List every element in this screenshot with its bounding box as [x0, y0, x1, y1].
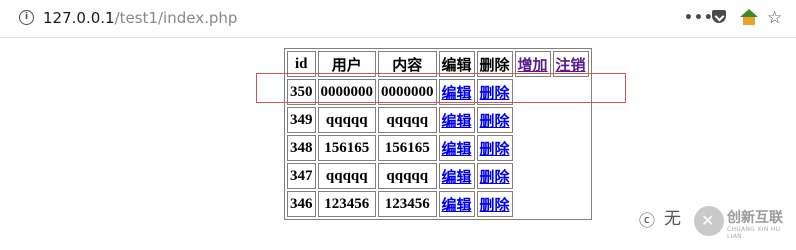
- delete-link[interactable]: 删除: [480, 170, 510, 186]
- url-path: /test1/index.php: [114, 9, 238, 27]
- watermark-mark: ⓒ: [639, 211, 656, 230]
- delete-link[interactable]: 删除: [480, 198, 510, 214]
- cell-empty: [553, 79, 589, 105]
- table-row: 346 123456 123456 编辑 删除: [287, 191, 589, 217]
- delete-link[interactable]: 删除: [480, 86, 510, 102]
- cell-id: 350: [287, 79, 316, 105]
- cell-edit: 编辑: [438, 163, 475, 189]
- edit-link[interactable]: 编辑: [442, 142, 472, 158]
- add-link[interactable]: 增加: [518, 58, 548, 74]
- table-row: 349 qqqqq qqqqq 编辑 删除: [287, 107, 589, 133]
- cell-empty: [553, 191, 589, 217]
- cell-user: qqqqq: [317, 163, 376, 189]
- logout-link[interactable]: 注销: [556, 58, 586, 74]
- info-icon[interactable]: i: [19, 10, 34, 25]
- cell-content: 0000000: [378, 79, 437, 105]
- edit-link[interactable]: 编辑: [442, 170, 472, 186]
- cell-id: 346: [287, 191, 316, 217]
- url-host: 127.0.0.1: [43, 9, 115, 27]
- cell-empty: [553, 163, 589, 189]
- bookmark-star-icon[interactable]: ☆: [767, 8, 782, 28]
- more-icon[interactable]: •••: [684, 8, 714, 28]
- pocket-icon[interactable]: [712, 10, 726, 23]
- watermark-text: 无: [664, 209, 681, 229]
- cell-delete: 删除: [476, 79, 513, 105]
- cell-delete: 删除: [476, 107, 513, 133]
- cell-empty: [515, 163, 551, 189]
- brand-subtitle: CHUANG XIN HU LIAN: [727, 226, 781, 240]
- table-row: 348 156165 156165 编辑 删除: [287, 135, 589, 161]
- cell-empty: [553, 135, 589, 161]
- cell-content: qqqqq: [378, 163, 437, 189]
- cell-empty: [515, 191, 551, 217]
- table-header-row: id 用户 内容 编辑 删除 增加 注销: [287, 51, 589, 77]
- cell-content: 156165: [378, 135, 437, 161]
- cell-edit: 编辑: [438, 135, 475, 161]
- brand-logo-icon: [694, 206, 724, 236]
- cell-id: 347: [287, 163, 316, 189]
- cell-empty: [553, 107, 589, 133]
- header-user: 用户: [317, 51, 376, 77]
- cell-content: qqqqq: [378, 107, 437, 133]
- edit-link[interactable]: 编辑: [442, 198, 472, 214]
- edit-link[interactable]: 编辑: [442, 86, 472, 102]
- cell-delete: 删除: [476, 135, 513, 161]
- cell-empty: [515, 79, 551, 105]
- brand-name: 创新互联: [727, 210, 783, 226]
- header-edit: 编辑: [438, 51, 475, 77]
- cell-edit: 编辑: [438, 79, 475, 105]
- header-content: 内容: [378, 51, 437, 77]
- browser-toolbar: i 127.0.0.1/test1/index.php ••• ☆: [0, 0, 796, 38]
- delete-link[interactable]: 删除: [480, 114, 510, 130]
- edit-link[interactable]: 编辑: [442, 114, 472, 130]
- cell-edit: 编辑: [438, 191, 475, 217]
- table-row: 350 0000000 0000000 编辑 删除: [287, 79, 589, 105]
- cell-user: 0000000: [317, 79, 376, 105]
- cell-id: 348: [287, 135, 316, 161]
- home-icon[interactable]: [740, 9, 758, 25]
- cell-empty: [515, 107, 551, 133]
- header-add-cell: 增加: [514, 51, 551, 77]
- address-bar[interactable]: 127.0.0.1/test1/index.php: [43, 9, 237, 27]
- cell-empty: [515, 135, 551, 161]
- header-id: id: [287, 51, 316, 77]
- delete-link[interactable]: 删除: [480, 142, 510, 158]
- cell-content: 123456: [378, 191, 437, 217]
- cell-user: qqqqq: [317, 107, 376, 133]
- header-logout-cell: 注销: [552, 51, 589, 77]
- header-delete: 删除: [476, 51, 513, 77]
- cell-delete: 删除: [476, 163, 513, 189]
- cell-id: 349: [287, 107, 316, 133]
- records-table: id 用户 内容 编辑 删除 增加 注销 350 0000000 0000000…: [284, 48, 592, 220]
- cell-user: 156165: [317, 135, 376, 161]
- cell-delete: 删除: [476, 191, 513, 217]
- cell-edit: 编辑: [438, 107, 475, 133]
- cell-user: 123456: [317, 191, 376, 217]
- table-row: 347 qqqqq qqqqq 编辑 删除: [287, 163, 589, 189]
